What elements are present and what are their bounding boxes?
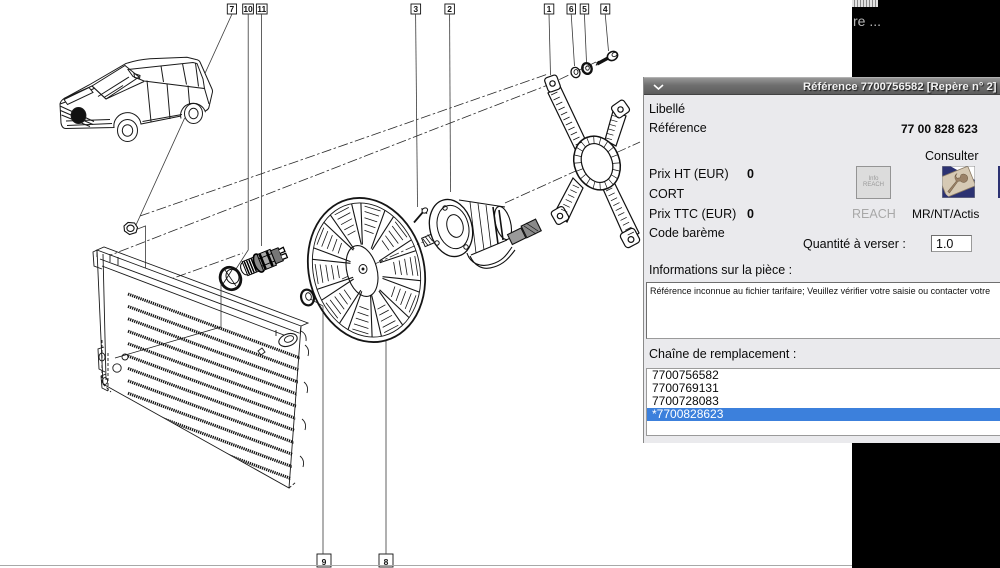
svg-text:10: 10 bbox=[243, 4, 253, 14]
svg-text:11: 11 bbox=[257, 4, 266, 14]
svg-text:5: 5 bbox=[582, 4, 587, 14]
svg-text:1: 1 bbox=[547, 4, 552, 14]
svg-text:6: 6 bbox=[569, 4, 574, 14]
svg-text:2: 2 bbox=[447, 4, 452, 14]
svg-text:7: 7 bbox=[230, 4, 235, 14]
svg-text:4: 4 bbox=[603, 4, 608, 14]
svg-text:3: 3 bbox=[413, 4, 418, 14]
